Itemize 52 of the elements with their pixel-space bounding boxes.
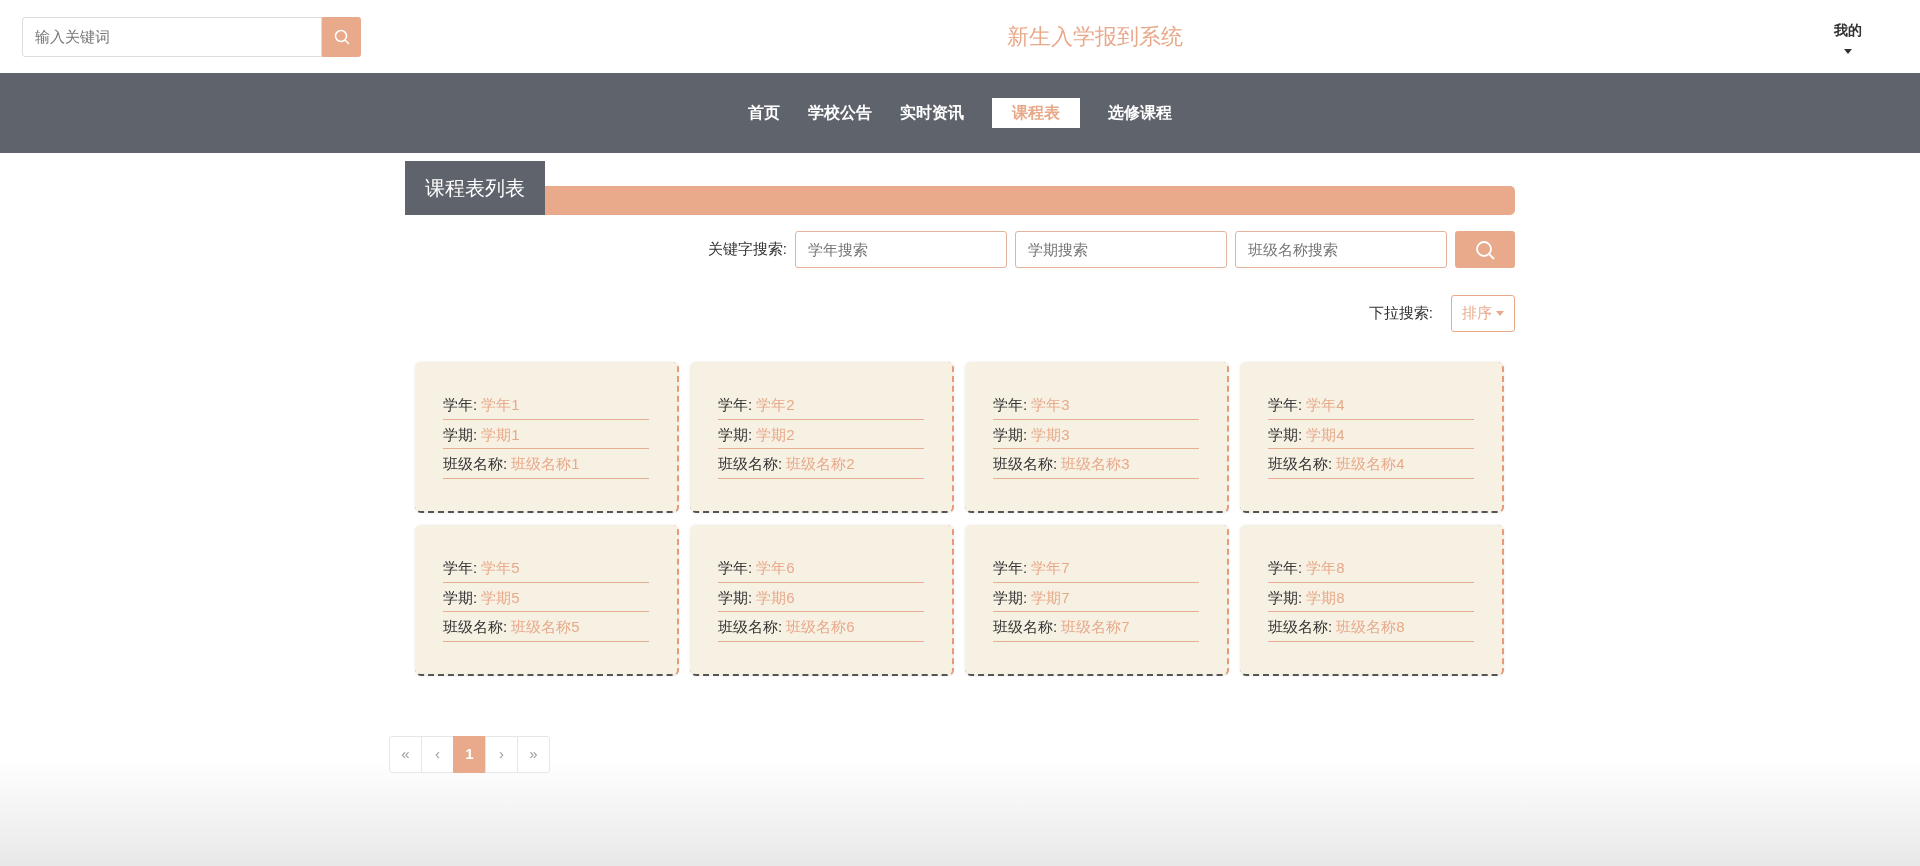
course-card[interactable]: 学年: 学年8 学期: 学期8 班级名称: 班级名称8 bbox=[1240, 525, 1504, 676]
search-icon bbox=[333, 28, 350, 45]
card-field: 学年: 学年8 bbox=[1268, 553, 1474, 583]
filter-label: 关键字搜索: bbox=[707, 239, 787, 260]
card-field: 班级名称: 班级名称4 bbox=[1268, 449, 1474, 479]
course-card[interactable]: 学年: 学年6 学期: 学期6 班级名称: 班级名称6 bbox=[690, 525, 954, 676]
search-button[interactable] bbox=[1455, 231, 1515, 268]
card-field: 学期: 学期1 bbox=[443, 419, 649, 449]
card-field: 学年: 学年4 bbox=[1268, 390, 1474, 420]
card-field: 学期: 学期4 bbox=[1268, 419, 1474, 449]
card-field: 学年: 学年2 bbox=[718, 390, 924, 420]
course-card[interactable]: 学年: 学年4 学期: 学期4 班级名称: 班级名称4 bbox=[1240, 362, 1504, 513]
card-field: 班级名称: 班级名称7 bbox=[993, 612, 1199, 642]
sort-label: 下拉搜索: bbox=[1368, 303, 1433, 324]
nav-tab[interactable]: 首页 bbox=[744, 98, 784, 128]
card-field: 学年: 学年6 bbox=[718, 553, 924, 583]
card-field: 班级名称: 班级名称2 bbox=[718, 449, 924, 479]
card-field: 学期: 学期5 bbox=[443, 582, 649, 612]
filter-field[interactable]: 学期搜索 bbox=[1015, 231, 1227, 268]
course-card[interactable]: 学年: 学年2 学期: 学期2 班级名称: 班级名称2 bbox=[690, 362, 954, 513]
card-field: 班级名称: 班级名称1 bbox=[443, 449, 649, 479]
section-title: 课程表列表 bbox=[405, 161, 545, 215]
filter-field[interactable]: 班级名称搜索 bbox=[1235, 231, 1447, 268]
search-button[interactable] bbox=[322, 16, 361, 57]
course-card[interactable]: 学年: 学年5 学期: 学期5 班级名称: 班级名称5 bbox=[415, 525, 679, 676]
course-card[interactable]: 学年: 学年7 学期: 学期7 班级名称: 班级名称7 bbox=[965, 525, 1229, 676]
search-icon bbox=[1475, 239, 1495, 260]
site-title: 新生入学报到系统 bbox=[1006, 24, 1183, 49]
card-field: 学年: 学年1 bbox=[443, 390, 649, 420]
nav-tab[interactable]: 学校公告 bbox=[804, 98, 876, 128]
course-card[interactable]: 学年: 学年3 学期: 学期3 班级名称: 班级名称3 bbox=[965, 362, 1229, 513]
card-field: 学期: 学期7 bbox=[993, 582, 1199, 612]
card-field: 学期: 学期8 bbox=[1268, 582, 1474, 612]
card-field: 班级名称: 班级名称3 bbox=[993, 449, 1199, 479]
user-menu[interactable]: 我的 bbox=[1828, 18, 1868, 55]
card-field: 班级名称: 班级名称6 bbox=[718, 612, 924, 642]
course-card[interactable]: 学年: 学年1 学期: 学期1 班级名称: 班级名称1 bbox=[415, 362, 679, 513]
card-field: 学期: 学期3 bbox=[993, 419, 1199, 449]
caret-icon bbox=[1844, 48, 1852, 54]
card-field: 学期: 学期2 bbox=[718, 419, 924, 449]
card-field: 班级名称: 班级名称5 bbox=[443, 612, 649, 642]
card-field: 学年: 学年5 bbox=[443, 553, 649, 583]
card-field: 学年: 学年7 bbox=[993, 553, 1199, 583]
page-button[interactable]: » bbox=[517, 736, 550, 773]
search-field[interactable]: 输入关键词 bbox=[22, 16, 322, 57]
filter-field[interactable]: 学年搜索 bbox=[795, 231, 1007, 268]
nav-tab[interactable]: 选修课程 bbox=[1104, 98, 1176, 128]
card-field: 班级名称: 班级名称8 bbox=[1268, 612, 1474, 642]
nav-tab[interactable]: 实时资讯 bbox=[896, 98, 968, 128]
caret-icon bbox=[1496, 311, 1504, 316]
card-field: 学年: 学年3 bbox=[993, 390, 1199, 420]
card-field: 学期: 学期6 bbox=[718, 582, 924, 612]
